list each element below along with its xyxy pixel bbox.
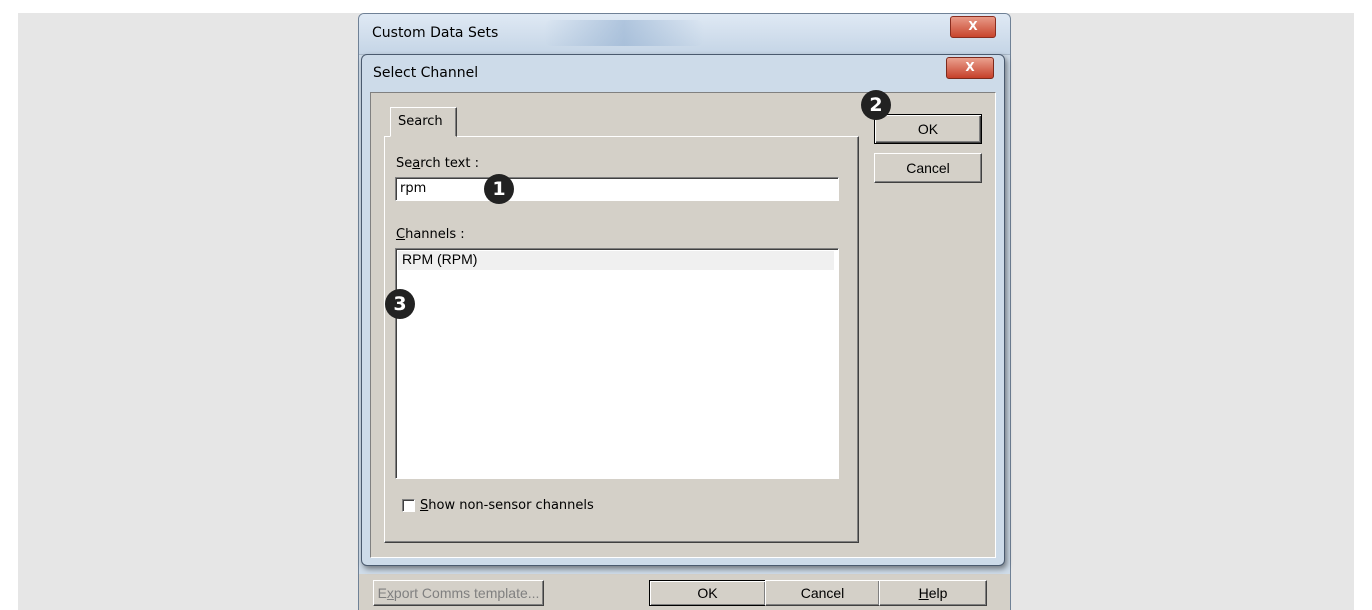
help-button[interactable]: Help: [879, 580, 987, 606]
close-icon: X: [965, 60, 975, 74]
export-button-label: Export Comms template...: [377, 585, 540, 601]
dialog-title: Select Channel: [373, 65, 479, 81]
parent-title-bar: Custom Data Sets X: [359, 14, 1010, 55]
cancel-button[interactable]: Cancel: [874, 153, 982, 183]
dialog-close-button[interactable]: X: [946, 57, 994, 79]
dialog-client-area: Search Search text : rpm Channels : RPM …: [370, 92, 996, 558]
parent-window-title: Custom Data Sets: [372, 25, 499, 41]
parent-ok-button[interactable]: OK: [649, 580, 766, 606]
search-text-label: Search text :: [396, 156, 479, 171]
parent-button-bar: Export Comms template... OK Cancel Help: [359, 574, 1010, 610]
title-bar-glass: [544, 20, 704, 46]
search-text-input[interactable]: rpm: [395, 177, 839, 201]
show-nonsensor-checkbox[interactable]: [402, 499, 415, 512]
ok-button[interactable]: OK: [874, 114, 982, 144]
tab-search[interactable]: Search: [390, 107, 457, 137]
close-icon: X: [968, 19, 978, 33]
channels-listbox[interactable]: RPM (RPM): [395, 248, 839, 479]
callout-badge-2: 2: [861, 90, 891, 120]
show-nonsensor-label: Show non-sensor channels: [420, 498, 594, 513]
list-item[interactable]: RPM (RPM): [398, 251, 834, 270]
parent-close-button[interactable]: X: [950, 16, 996, 38]
export-comms-template-button[interactable]: Export Comms template...: [373, 580, 544, 606]
channels-label: Channels :: [396, 227, 465, 242]
parent-cancel-button[interactable]: Cancel: [765, 580, 880, 606]
callout-badge-1: 1: [484, 174, 514, 204]
tab-search-label: Search: [398, 114, 443, 129]
callout-badge-3: 3: [385, 289, 415, 319]
select-channel-dialog: Select Channel X Search Search text : rp…: [361, 54, 1005, 566]
